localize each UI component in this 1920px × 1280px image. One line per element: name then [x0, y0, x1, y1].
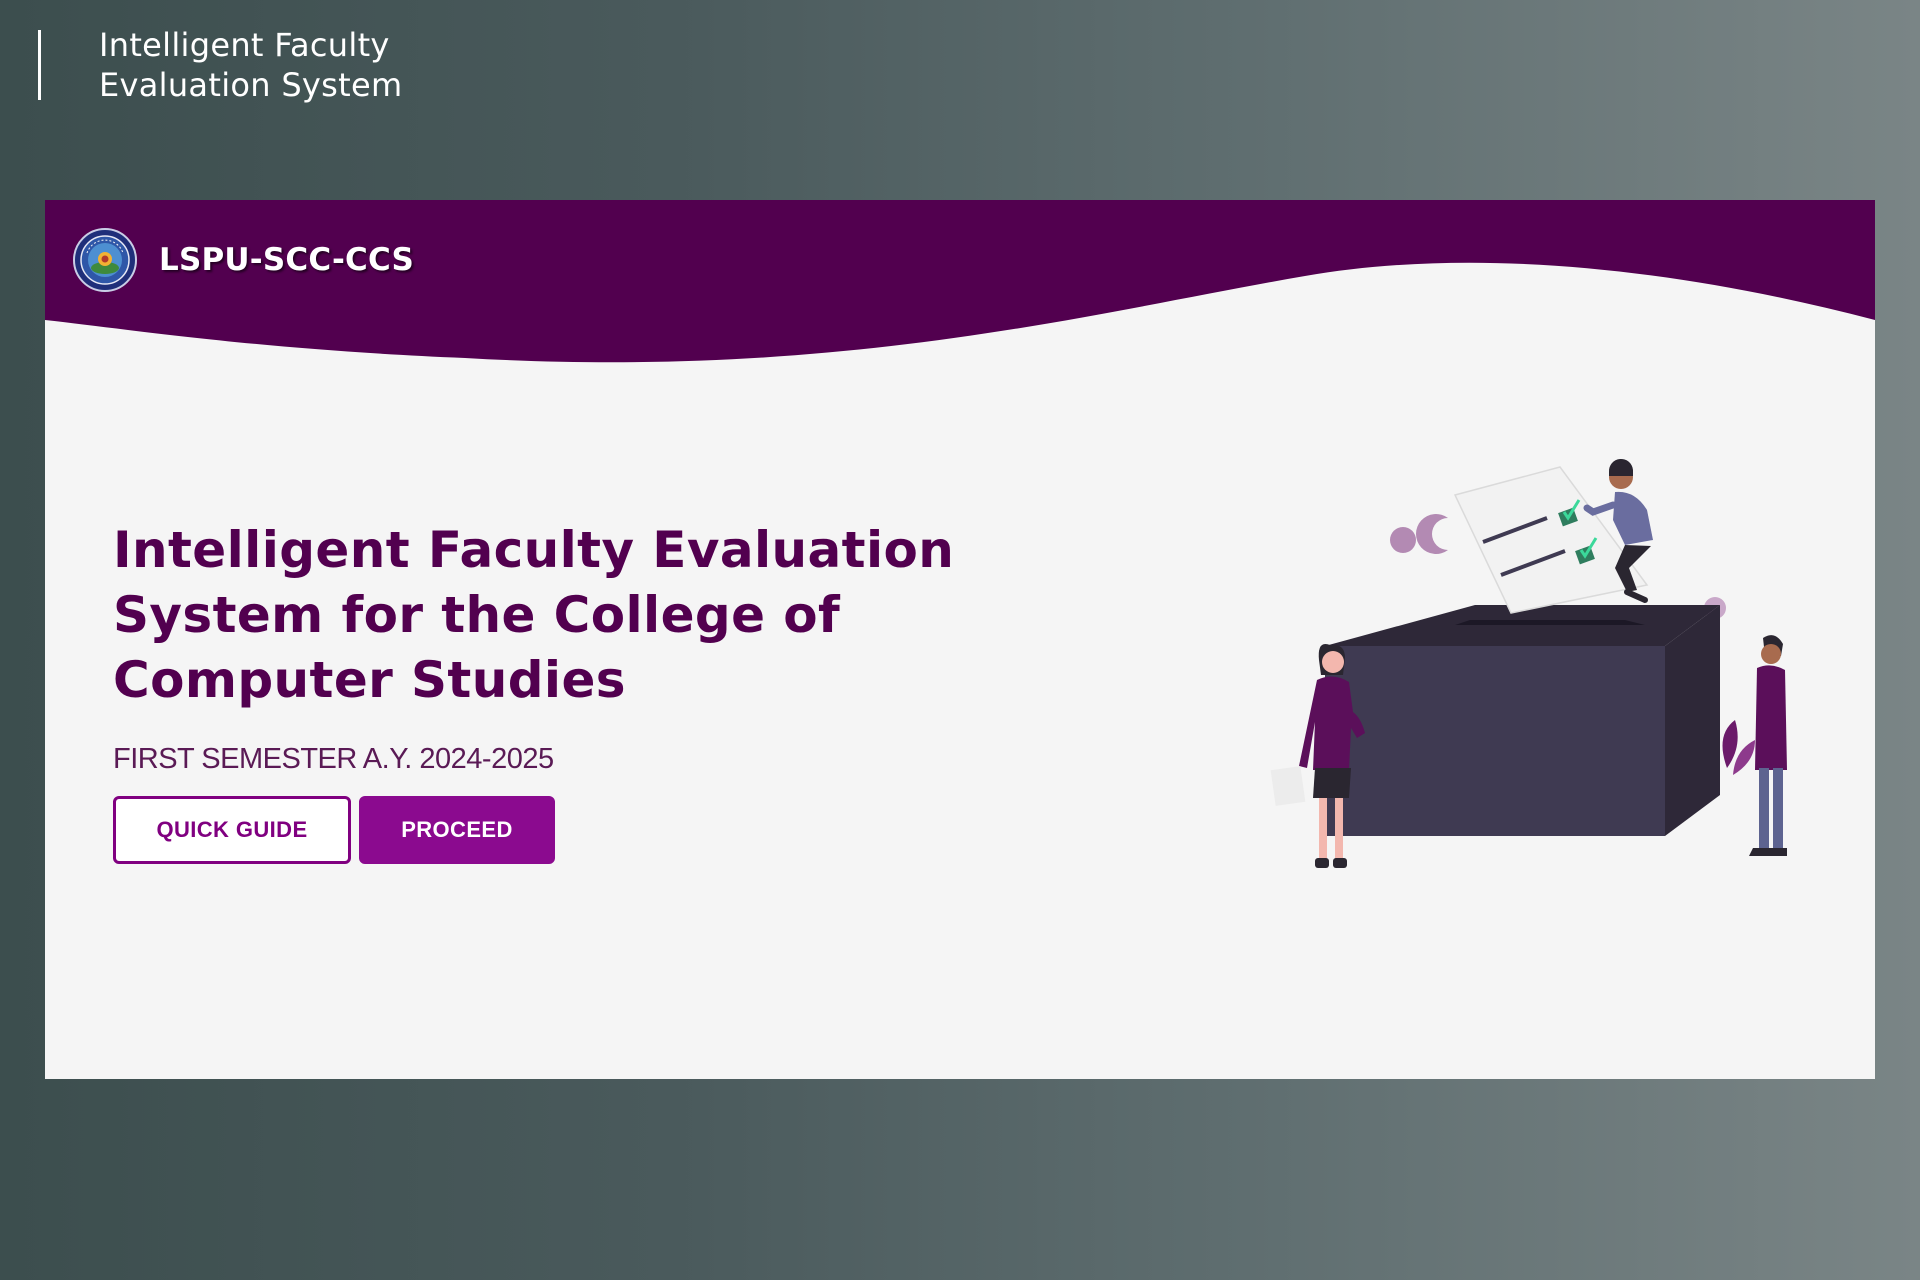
man-figure-icon	[1749, 635, 1787, 856]
caption-line-1: Intelligent Faculty	[99, 26, 390, 64]
caption-text: Intelligent Faculty Evaluation System	[99, 25, 402, 104]
ballot-box-illustration	[1270, 458, 1787, 868]
semester-label: FIRST SEMESTER A.Y. 2024-2025	[113, 743, 554, 775]
proceed-button[interactable]: PROCEED	[359, 796, 555, 864]
hero-title-line-1: Intelligent Faculty Evaluation	[113, 521, 955, 579]
quick-guide-button[interactable]: QUICK GUIDE	[113, 796, 351, 864]
brand-name: LSPU-SCC-CCS	[159, 242, 415, 278]
university-seal-logo-icon	[73, 228, 137, 292]
hero-title-line-2: System for the College of	[113, 586, 841, 644]
hero-title-line-3: Computer Studies	[113, 651, 626, 709]
slide-caption: Intelligent Faculty Evaluation System	[38, 26, 402, 104]
hero-section: Intelligent Faculty Evaluation System fo…	[113, 518, 1113, 864]
hero-title: Intelligent Faculty Evaluation System fo…	[113, 518, 1113, 713]
leaves-icon	[1722, 720, 1755, 775]
caption-line-2: Evaluation System	[99, 66, 403, 104]
hero-actions: QUICK GUIDE PROCEED	[113, 796, 1113, 864]
brand[interactable]: LSPU-SCC-CCS	[73, 228, 414, 292]
ballot-box-icon	[1325, 605, 1720, 836]
ballot-paper-icon	[1453, 466, 1649, 614]
caption-accent-bar	[38, 30, 41, 100]
screenshot-frame: LSPU-SCC-CCS Intelligent Faculty Evaluat…	[45, 200, 1875, 1079]
